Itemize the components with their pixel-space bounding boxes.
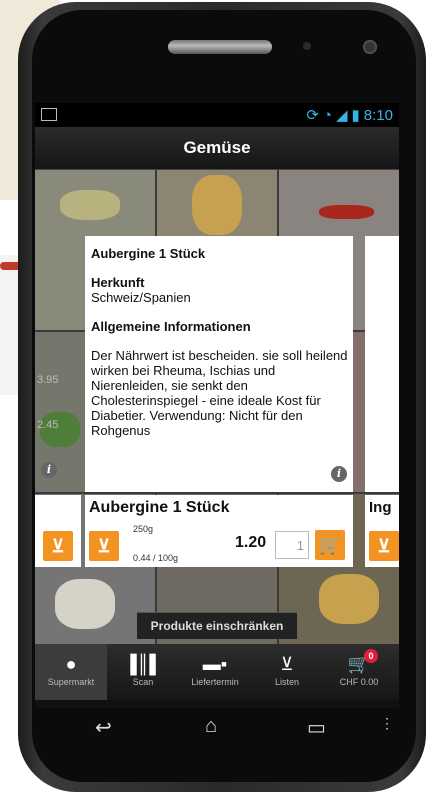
add-to-cart-icon[interactable]: ⊻ [43,531,73,561]
quantity-input[interactable]: 1 [275,531,309,559]
barcode-icon: ▐║▌ [123,654,163,674]
vegetable-image [319,574,379,624]
product-price: 2.45 [37,419,59,431]
wifi-icon: ◔ [322,107,332,124]
vegetable-image [60,190,120,220]
info-icon[interactable]: i [41,462,57,478]
side-product-card-right[interactable]: Ing ⊻ [365,495,399,567]
tab-label: Scan [132,677,154,687]
vegetable-image [319,205,374,219]
battery-icon: ▮ [351,107,360,124]
filter-products-button[interactable]: Produkte einschränken [137,612,297,639]
apple-icon: ● [65,654,77,674]
home-icon[interactable]: ⌂ [205,715,217,738]
page-title: Gemüse [35,127,399,170]
truck-icon: ▬▪ [202,654,228,674]
tab-label: Supermarkt [47,677,95,687]
tab-listen[interactable]: ⊻ Listen [251,644,323,700]
cart-badge: 0 [364,649,378,663]
tab-label: Listen [274,677,300,687]
speaker-grille [168,40,272,54]
general-info-text: Der Nährwert ist bescheiden. sie soll he… [91,348,348,438]
menu-icon[interactable]: ⋮ [380,715,394,732]
rotate-icon: ⟳ [306,107,319,124]
proximity-sensor [303,42,311,50]
product-name: Aubergine 1 Stück [89,499,230,516]
screen: ⟳ ◔ ◢ ▮ 8:10 Gemüse 3.95 2.45 i ⊻ Ing ⊻ … [35,103,399,708]
vegetable-image [55,579,115,629]
status-icons: ⟳ ◔ ◢ ▮ 8:10 [302,106,393,124]
front-camera [363,40,377,54]
add-to-cart-icon[interactable]: 🛒 [315,530,345,560]
list-icon: ⊻ [280,654,294,674]
side-product-card-left[interactable]: ⊻ [35,495,81,567]
vegetable-image [192,175,242,235]
product-price: 1.20 [235,534,267,551]
tab-cart[interactable]: 🛒 0 CHF 0.00 [323,644,395,700]
back-icon[interactable]: ↩ [95,715,112,740]
status-time: 8:10 [363,107,393,124]
info-title: Aubergine 1 Stück [91,246,206,261]
system-nav-bar: ↩ ⌂ ▭ ⋮ [55,707,395,753]
product-card: Aubergine 1 Stück ⊻ 250g 0.44 / 100g 1.2… [85,495,353,567]
recent-apps-icon[interactable]: ▭ [307,715,326,740]
image-notification-icon [41,108,57,121]
tab-scan[interactable]: ▐║▌ Scan [107,644,179,700]
origin-value: Schweiz/Spanien [91,290,191,305]
product-unit-price: 0.44 / 100g [133,553,179,563]
product-weight: 250g [133,524,154,534]
info-icon[interactable]: i [331,466,347,482]
signal-icon: ◢ [335,107,348,124]
general-info-label: Allgemeine Informationen [91,319,251,334]
product-price: 3.95 [37,374,59,386]
tab-label: Liefertermin [191,677,239,687]
tab-label: CHF 0.00 [339,677,379,687]
scan-product-icon[interactable]: ⊻ [89,531,119,561]
side-product-name: Ing [369,499,392,516]
cart-icon: 🛒 [347,654,371,674]
scan-product-icon[interactable]: ⊻ [369,531,399,561]
bottom-tab-bar: ● Supermarkt ▐║▌ Scan ▬▪ Liefertermin ⊻ … [35,644,399,700]
origin-label: Herkunft [91,275,145,290]
tab-liefertermin[interactable]: ▬▪ Liefertermin [179,644,251,700]
tab-supermarkt[interactable]: ● Supermarkt [35,644,107,700]
status-bar: ⟳ ◔ ◢ ▮ 8:10 [35,103,399,127]
product-info-panel: Aubergine 1 Stück Herkunft Schweiz/Spani… [85,236,353,492]
side-info-panel-right [365,236,399,492]
